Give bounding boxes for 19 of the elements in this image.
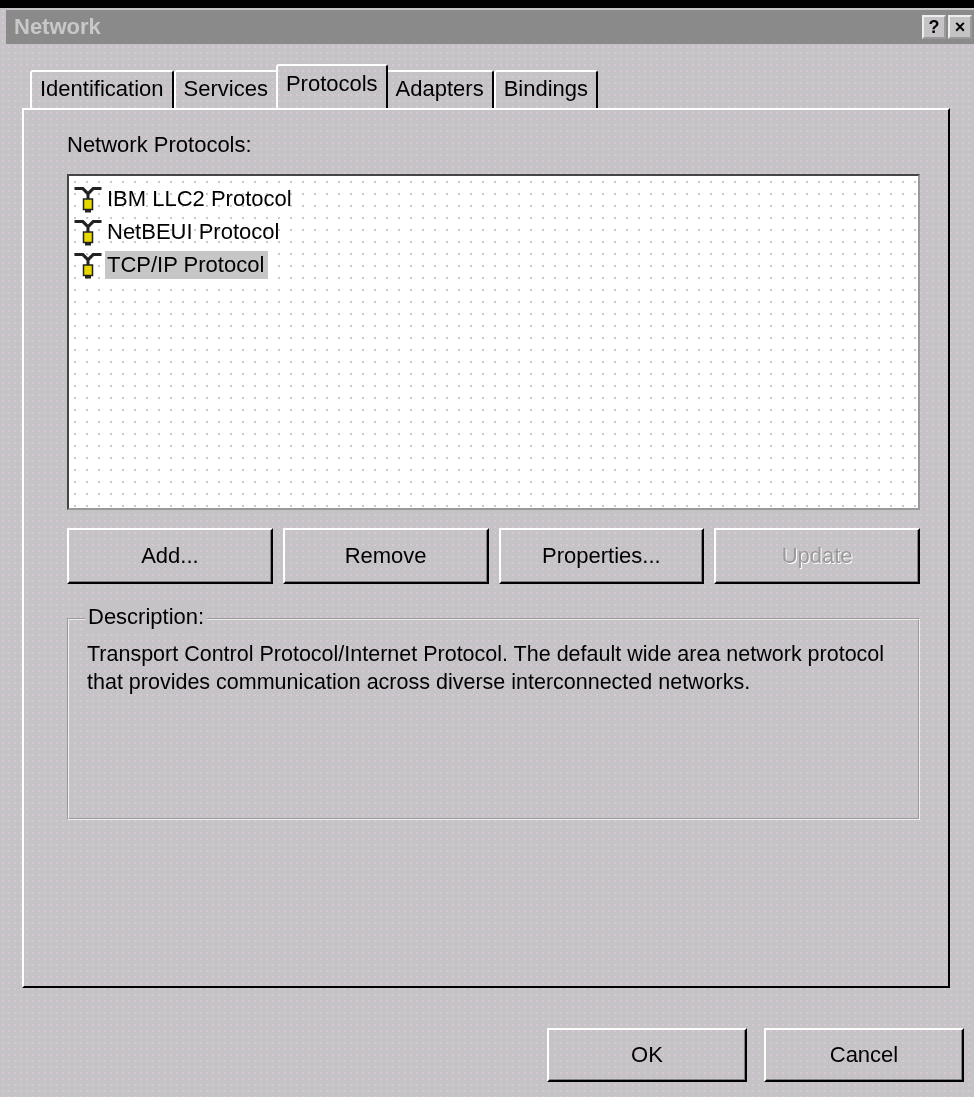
list-label: Network Protocols: [67, 132, 253, 158]
list-item[interactable]: NetBEUI Protocol [105, 217, 284, 246]
description-text: Transport Control Protocol/Internet Protocol. The default wide area network protocol that provides communication across diverse interconnected networks. [87, 641, 886, 696]
list-item[interactable]: TCP/IP Protocol [105, 250, 269, 279]
tab[interactable]: Protocols [275, 64, 388, 108]
tab[interactable]: Identification [30, 70, 174, 108]
tab[interactable]: Services [173, 70, 278, 108]
close-button[interactable]: × [948, 15, 972, 39]
action-button[interactable]: Add... [67, 528, 273, 584]
dialog-button[interactable]: Cancel [764, 1028, 964, 1082]
help-button[interactable]: ? [922, 15, 946, 39]
dialog-button[interactable]: OK [547, 1028, 747, 1082]
window-title: Network [14, 14, 101, 40]
tab[interactable]: Bindings [493, 70, 599, 108]
group-label: Description: [85, 604, 208, 630]
tab[interactable]: Adapters [385, 70, 494, 108]
list-item[interactable]: IBM LLC2 Protocol [105, 184, 296, 213]
action-button[interactable]: Remove [282, 528, 489, 584]
action-button[interactable]: Properties... [498, 528, 705, 584]
